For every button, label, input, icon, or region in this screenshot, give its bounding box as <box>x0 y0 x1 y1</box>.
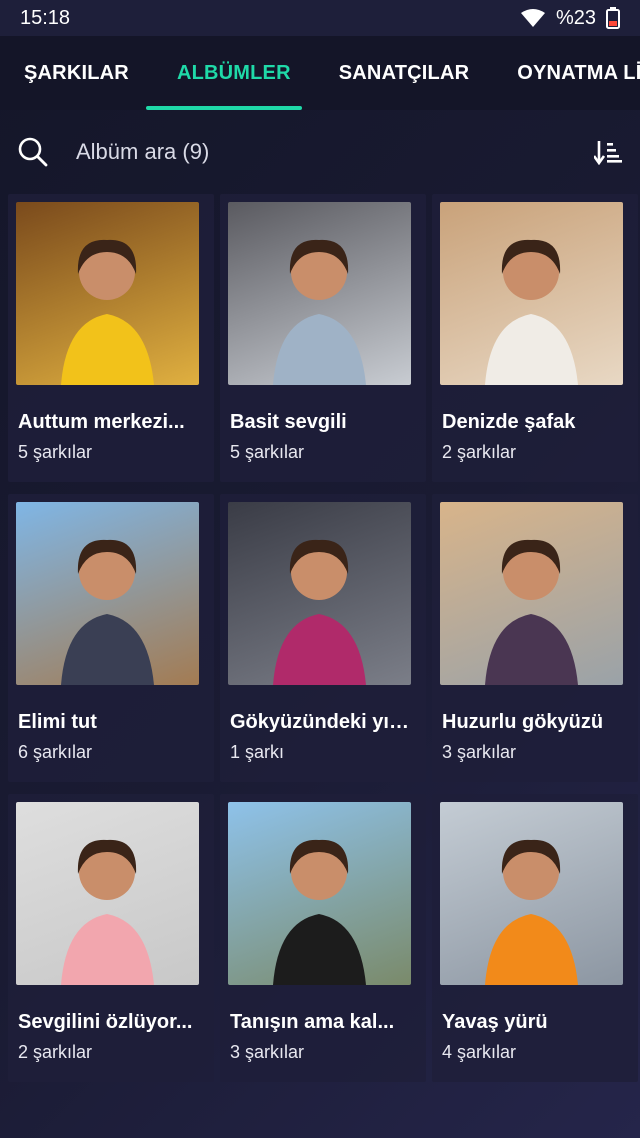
tab-songs[interactable]: ŞARKILAR <box>0 62 129 85</box>
search-row: Albüm ara (9) <box>0 110 640 194</box>
album-cover-image <box>228 502 411 685</box>
album-card[interactable]: Denizde şafak 2 şarkılar <box>432 194 638 482</box>
cover-person-figure <box>61 239 154 385</box>
album-title: Denizde şafak <box>442 411 576 433</box>
album-song-count: 2 şarkılar <box>442 442 517 462</box>
wifi-icon <box>520 9 545 27</box>
album-cover-image <box>16 802 199 985</box>
tab-albums[interactable]: ALBÜMLER <box>153 62 291 85</box>
album-title: Gökyüzündeki yıl... <box>230 711 411 733</box>
album-title: Huzurlu gökyüzü <box>442 711 604 733</box>
album-title: Auttum merkezi... <box>18 411 185 433</box>
album-card[interactable]: Yavaş yürü 4 şarkılar <box>432 794 638 1082</box>
active-tab-indicator <box>146 106 302 110</box>
search-icon[interactable] <box>18 137 48 167</box>
album-card[interactable]: Basit sevgili 5 şarkılar <box>220 194 426 482</box>
album-song-count: 1 şarkı <box>230 742 285 762</box>
album-cover-image <box>440 502 623 685</box>
cover-person-figure <box>273 239 366 385</box>
search-input[interactable]: Albüm ara (9) <box>76 139 594 165</box>
album-card[interactable]: Elimi tut 6 şarkılar <box>8 494 214 782</box>
album-title: Sevgilini özlüyor... <box>18 1011 193 1033</box>
album-cover-image <box>16 502 199 685</box>
album-cover-image <box>440 202 623 385</box>
tab-bar: ŞARKILAR ALBÜMLER SANATÇILAR OYNATMA LİS… <box>0 36 640 110</box>
album-card[interactable]: Huzurlu gökyüzü 3 şarkılar <box>432 494 638 782</box>
album-card[interactable]: Tanışın ama kal... 3 şarkılar <box>220 794 426 1082</box>
album-card[interactable]: Sevgilini özlüyor... 2 şarkılar <box>8 794 214 1082</box>
battery-percent: %23 <box>555 6 596 29</box>
cover-person-figure <box>273 839 366 985</box>
sort-icon[interactable] <box>594 139 622 165</box>
album-song-count: 4 şarkılar <box>442 1042 517 1062</box>
album-title: Basit sevgili <box>230 411 347 433</box>
cover-person-figure <box>485 839 578 985</box>
album-song-count: 3 şarkılar <box>230 1042 305 1062</box>
status-time: 15:18 <box>20 6 71 29</box>
cover-person-figure <box>485 539 578 685</box>
album-song-count: 5 şarkılar <box>18 442 93 462</box>
album-card[interactable]: Auttum merkezi... 5 şarkılar <box>8 194 214 482</box>
album-song-count: 3 şarkılar <box>442 742 517 762</box>
battery-icon <box>606 7 620 29</box>
tab-artists[interactable]: SANATÇILAR <box>315 62 470 85</box>
album-song-count: 5 şarkılar <box>230 442 305 462</box>
album-cover-image <box>440 802 623 985</box>
cover-person-figure <box>273 539 366 685</box>
album-title: Yavaş yürü <box>442 1011 548 1033</box>
cover-person-figure <box>61 539 154 685</box>
cover-person-figure <box>61 839 154 985</box>
status-icons: %23 <box>520 7 620 30</box>
status-bar: 15:18 %23 <box>0 0 640 36</box>
album-song-count: 2 şarkılar <box>18 1042 93 1062</box>
album-title: Tanışın ama kal... <box>230 1011 395 1033</box>
album-cover-image <box>228 802 411 985</box>
album-song-count: 6 şarkılar <box>18 742 93 762</box>
album-grid: Auttum merkezi... 5 şarkılar Basit sevgili… <box>0 194 640 1082</box>
album-title: Elimi tut <box>18 711 97 733</box>
tab-playlists[interactable]: OYNATMA LİSTELERİ <box>493 62 640 85</box>
album-cover-image <box>16 202 199 385</box>
album-card[interactable]: Gökyüzündeki yıl... 1 şarkı <box>220 494 426 782</box>
album-cover-image <box>228 202 411 385</box>
cover-person-figure <box>485 239 578 385</box>
